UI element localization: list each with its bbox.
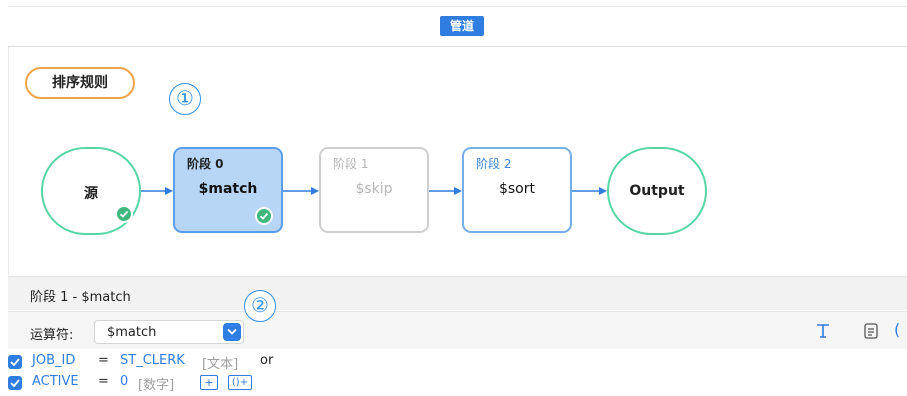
text-format-icon[interactable]	[814, 322, 832, 340]
condition-checkbox[interactable]	[8, 376, 22, 390]
callout-marker-2: ②	[244, 290, 276, 322]
stage-node-2[interactable]: 阶段 2 $sort	[462, 147, 572, 233]
sort-rule-button[interactable]: 排序规则	[25, 67, 135, 99]
top-divider	[8, 6, 907, 7]
edge-arrow-2	[311, 187, 319, 195]
edge-arrow-3	[454, 187, 462, 195]
add-condition-button[interactable]: +	[200, 375, 218, 390]
edge-arrow-1	[165, 187, 173, 195]
condition-value[interactable]: 0	[120, 374, 128, 389]
stage-title: 阶段 0	[187, 157, 224, 171]
pipeline-edges	[141, 187, 607, 195]
condition-checkbox[interactable]	[8, 355, 22, 369]
stage-panel-title: 阶段 1 - $match	[30, 290, 131, 305]
add-group-button[interactable]: ()+	[228, 375, 252, 390]
stage-title: 阶段 1	[333, 157, 369, 171]
condition-operator[interactable]: =	[98, 353, 109, 368]
pipeline-source-node[interactable]: 源	[41, 147, 141, 235]
condition-operator[interactable]: =	[98, 374, 109, 389]
output-label: Output	[629, 183, 685, 199]
chevron-down-icon[interactable]	[223, 323, 241, 341]
tab-pipeline[interactable]: 管道	[440, 16, 484, 36]
condition-type: [文本]	[202, 357, 239, 372]
stage-node-1[interactable]: 阶段 1 $skip	[319, 147, 429, 233]
paren-icon[interactable]: (	[894, 320, 907, 339]
stage-panel-header: 阶段 1 - $match	[8, 276, 907, 310]
condition-conjunction[interactable]: or	[260, 353, 273, 368]
condition-field[interactable]: ACTIVE	[32, 374, 79, 389]
pipeline-canvas: 排序规则 ① 源 阶段 0 $match 阶段 1 $skip 阶段 2 $so…	[8, 47, 907, 275]
callout-marker-1: ①	[169, 83, 201, 115]
condition-value[interactable]: ST_CLERK	[120, 353, 185, 368]
condition-field[interactable]: JOB_ID	[32, 353, 75, 368]
edge-arrow-4	[599, 187, 607, 195]
pipeline-output-node[interactable]: Output	[607, 147, 707, 235]
operator-select[interactable]: $match	[94, 320, 244, 344]
stage-operator: $sort	[498, 181, 535, 197]
operator-label: 运算符:	[30, 328, 74, 343]
stage-title: 阶段 2	[476, 157, 512, 171]
stage-operator: $skip	[355, 181, 393, 197]
operator-row: 运算符: $match (	[8, 311, 907, 349]
stage-node-0[interactable]: 阶段 0 $match	[173, 147, 283, 233]
stage-operator: $match	[198, 181, 258, 197]
check-icon	[255, 207, 273, 225]
condition-type: [数字]	[138, 378, 175, 393]
document-icon[interactable]	[862, 322, 880, 340]
operator-value: $match	[107, 325, 157, 340]
check-icon	[115, 205, 133, 223]
top-toolbar: 管道	[0, 0, 907, 47]
source-label: 源	[84, 186, 98, 202]
